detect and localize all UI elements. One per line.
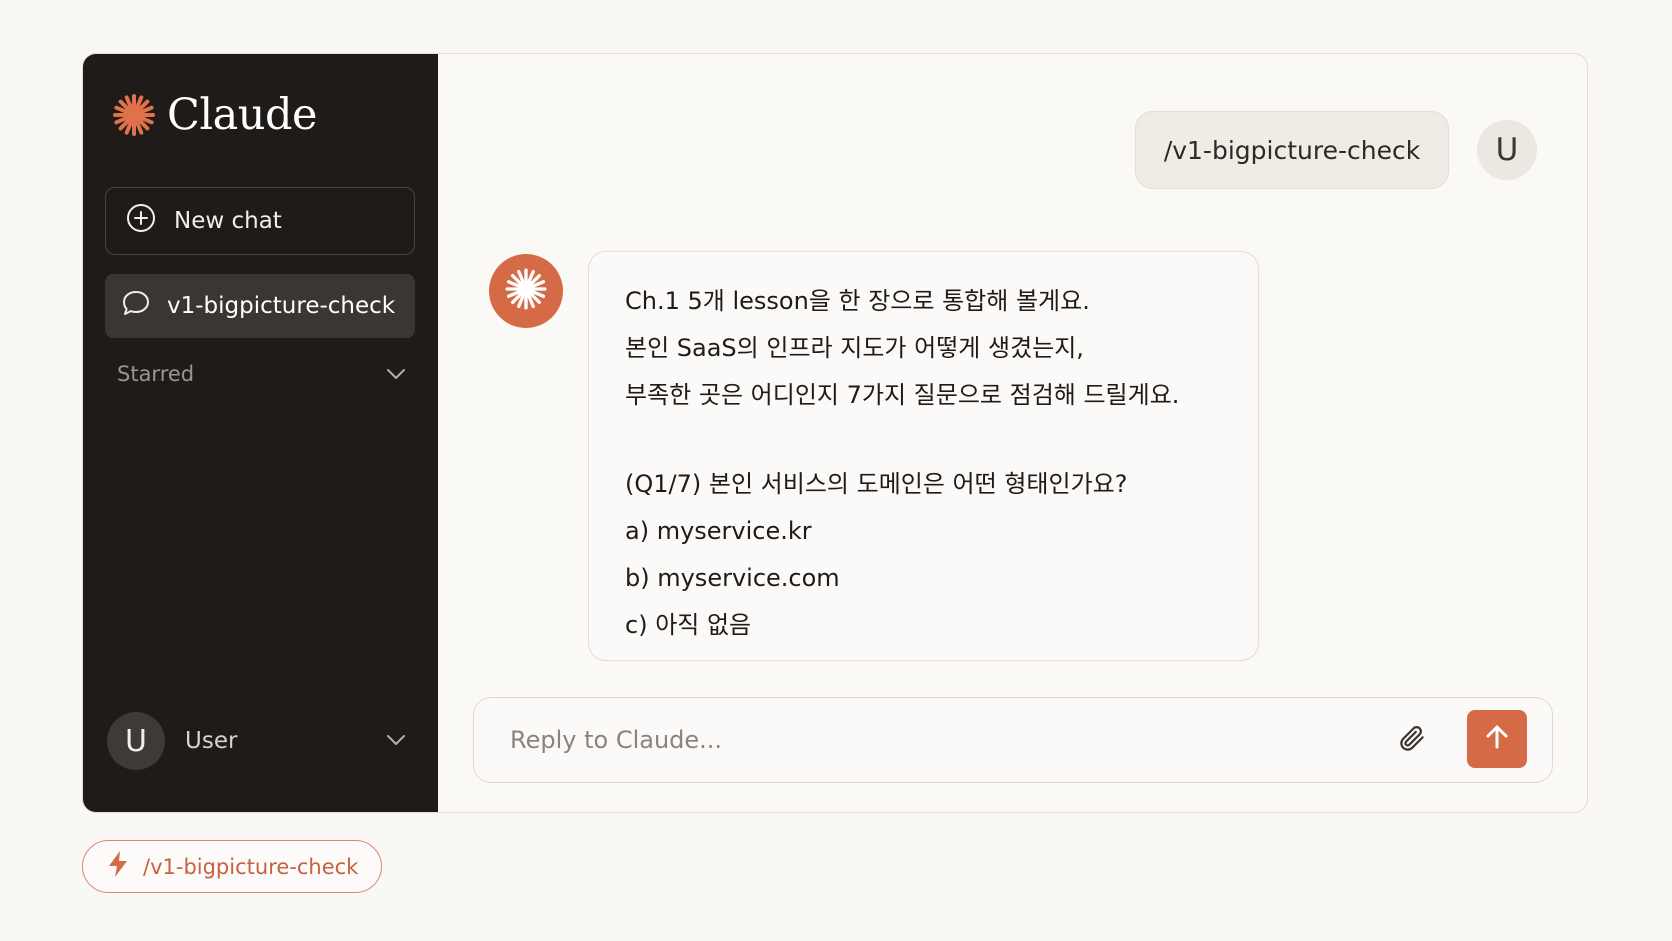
user-message-bubble: /v1-bigpicture-check [1135,111,1449,189]
chevron-down-icon [385,732,407,751]
message-line: 본인 SaaS의 인프라 지도가 어떻게 생겼는지, [625,334,1084,362]
message-line: Ch.1 5개 lesson을 한 장으로 통합해 볼게요. [625,287,1090,315]
brand-name: Claude [167,90,317,140]
app-window: Claude New chat v1-bigpicture-check Star… [82,53,1588,813]
message-line: 부족한 곳은 어디인지 7가지 질문으로 점검해 드릴게요. [625,381,1180,409]
chat-bubble-icon [121,289,151,323]
chat-main: /v1-bigpicture-check U Ch.1 5개 lesson을 한… [438,54,1587,812]
command-chip[interactable]: /v1-bigpicture-check [82,840,382,893]
new-chat-button[interactable]: New chat [105,187,415,255]
user-menu[interactable]: U User [107,712,407,770]
reply-composer [473,697,1553,783]
paperclip-icon [1397,723,1427,757]
claude-sparkle-icon [113,94,155,136]
user-name: User [185,728,238,754]
lightning-icon [107,850,129,883]
sidebar-item-v1-bigpicture-check[interactable]: v1-bigpicture-check [105,274,415,338]
arrow-up-icon [1482,722,1512,756]
starred-label: Starred [117,362,195,386]
claude-avatar [489,254,563,328]
brand-logo[interactable]: Claude [113,90,317,140]
command-chip-label: /v1-bigpicture-check [143,854,359,879]
plus-circle-icon [126,203,156,239]
new-chat-label: New chat [174,208,282,234]
sidebar: Claude New chat v1-bigpicture-check Star… [83,54,438,812]
answer-option: b) myservice.com [625,564,840,592]
attach-button[interactable] [1392,720,1432,760]
send-button[interactable] [1467,710,1527,768]
question-text: (Q1/7) 본인 서비스의 도메인은 어떤 형태인가요? [625,470,1128,498]
answer-option: a) myservice.kr [625,517,812,545]
assistant-message-bubble: Ch.1 5개 lesson을 한 장으로 통합해 볼게요. 본인 SaaS의 … [588,251,1259,661]
user-avatar: U [1477,120,1537,180]
chevron-down-icon [385,362,407,386]
answer-option: c) 아직 없음 [625,611,752,639]
avatar: U [107,712,165,770]
reply-input[interactable] [508,721,1372,759]
claude-sparkle-icon [504,267,548,315]
starred-section-toggle[interactable]: Starred [117,354,407,394]
sidebar-item-label: v1-bigpicture-check [167,293,396,319]
